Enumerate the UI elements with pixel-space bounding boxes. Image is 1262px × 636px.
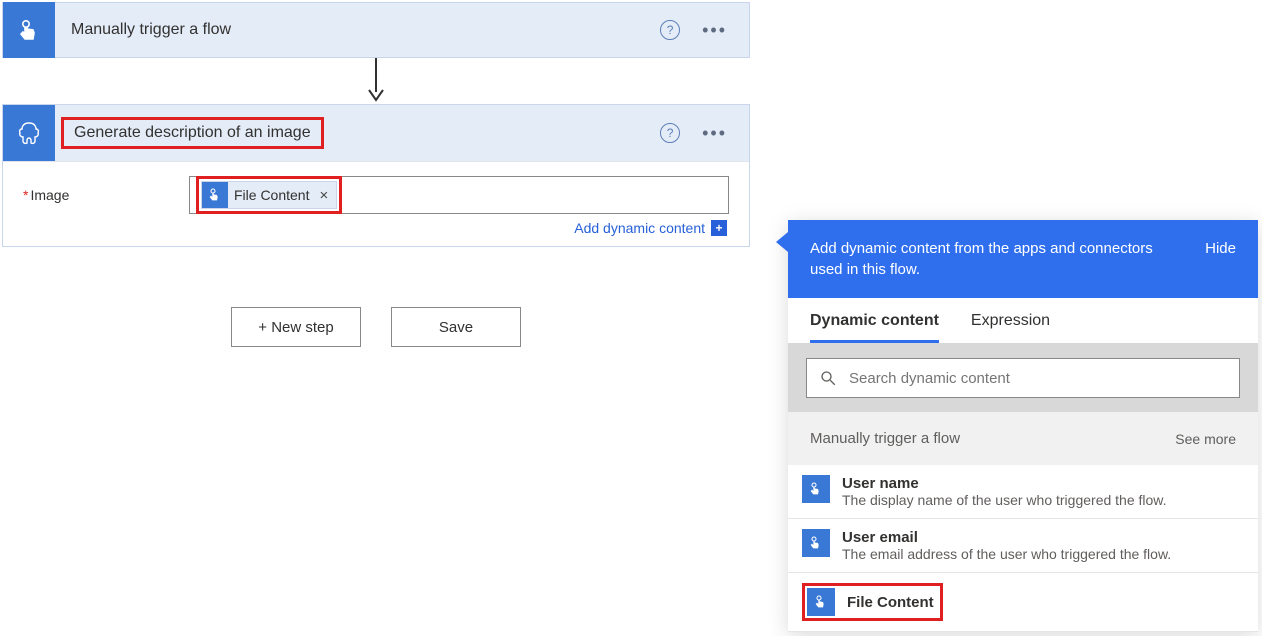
file-content-token[interactable]: File Content ×	[201, 181, 337, 209]
panel-group-header: Manually trigger a flow See more	[788, 412, 1258, 465]
item-desc: The display name of the user who trigger…	[842, 492, 1167, 508]
item-title: User name	[842, 475, 1167, 492]
tap-icon	[202, 182, 228, 208]
see-more-link[interactable]: See more	[1175, 431, 1236, 447]
add-dynamic-content-link[interactable]: Add dynamic content +	[23, 214, 729, 238]
trigger-title: Manually trigger a flow	[55, 21, 660, 39]
dynamic-content-panel: Add dynamic content from the apps and co…	[788, 220, 1258, 632]
ai-icon	[16, 120, 42, 146]
action-icon	[3, 105, 55, 161]
param-label: *Image	[23, 187, 183, 203]
connector-arrow	[2, 58, 750, 104]
help-icon[interactable]: ?	[660, 20, 680, 40]
trigger-card[interactable]: Manually trigger a flow ? •••	[2, 2, 750, 58]
search-input[interactable]	[806, 358, 1240, 398]
tap-icon	[17, 18, 41, 42]
param-row-image: *Image File Content ×	[23, 176, 729, 214]
tab-dynamic-content[interactable]: Dynamic content	[810, 312, 939, 343]
action-card-header[interactable]: Generate description of an image ? •••	[3, 105, 749, 161]
save-button[interactable]: Save	[391, 307, 521, 347]
trigger-icon	[3, 2, 55, 58]
dynamic-item-user-name[interactable]: User name The display name of the user w…	[788, 465, 1258, 519]
panel-header: Add dynamic content from the apps and co…	[788, 220, 1258, 298]
item-title: File Content	[847, 594, 934, 611]
group-title: Manually trigger a flow	[810, 430, 960, 447]
search-field[interactable]	[849, 370, 1227, 387]
panel-tabs: Dynamic content Expression	[788, 298, 1258, 344]
image-input[interactable]: File Content ×	[189, 176, 729, 214]
dynamic-item-file-content[interactable]: File Content	[788, 573, 1258, 632]
action-title: Generate description of an image	[61, 117, 324, 149]
hide-button[interactable]: Hide	[1205, 238, 1236, 259]
token-label: File Content	[234, 187, 309, 203]
more-icon[interactable]: •••	[702, 123, 727, 144]
new-step-button[interactable]: + New step	[231, 307, 361, 347]
dynamic-item-user-email[interactable]: User email The email address of the user…	[788, 519, 1258, 573]
action-card[interactable]: Generate description of an image ? ••• *…	[2, 104, 750, 247]
panel-search-wrap	[788, 344, 1258, 412]
token-remove-icon[interactable]: ×	[315, 187, 330, 204]
token-highlight: File Content ×	[196, 176, 342, 214]
panel-header-text: Add dynamic content from the apps and co…	[810, 238, 1170, 280]
item-title: User email	[842, 529, 1171, 546]
flow-canvas: Manually trigger a flow ? ••• Generate d…	[0, 0, 760, 347]
button-row: + New step Save	[2, 247, 750, 347]
tab-expression[interactable]: Expression	[971, 312, 1050, 343]
tap-icon	[807, 588, 835, 616]
help-icon[interactable]: ?	[660, 123, 680, 143]
more-icon[interactable]: •••	[702, 20, 727, 41]
plus-icon: +	[711, 220, 727, 236]
search-icon	[819, 369, 837, 387]
required-star-icon: *	[23, 187, 28, 203]
item-desc: The email address of the user who trigge…	[842, 546, 1171, 562]
panel-caret-icon	[776, 232, 788, 252]
tap-icon	[802, 475, 830, 503]
action-card-body: *Image File Content × Add d	[3, 161, 749, 246]
tap-icon	[802, 529, 830, 557]
